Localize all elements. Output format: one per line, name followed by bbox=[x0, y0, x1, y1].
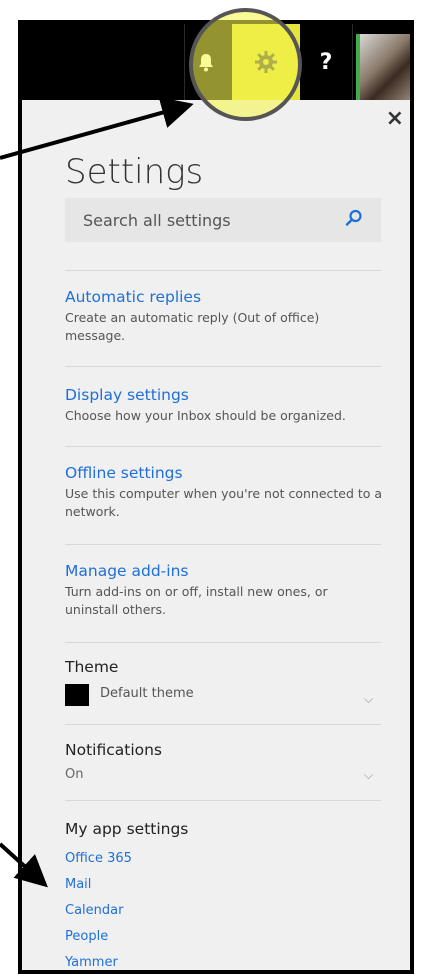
arrow-to-gear bbox=[0, 97, 194, 160]
annotation-arrows bbox=[0, 97, 194, 888]
arrow-to-app-settings bbox=[0, 842, 48, 888]
